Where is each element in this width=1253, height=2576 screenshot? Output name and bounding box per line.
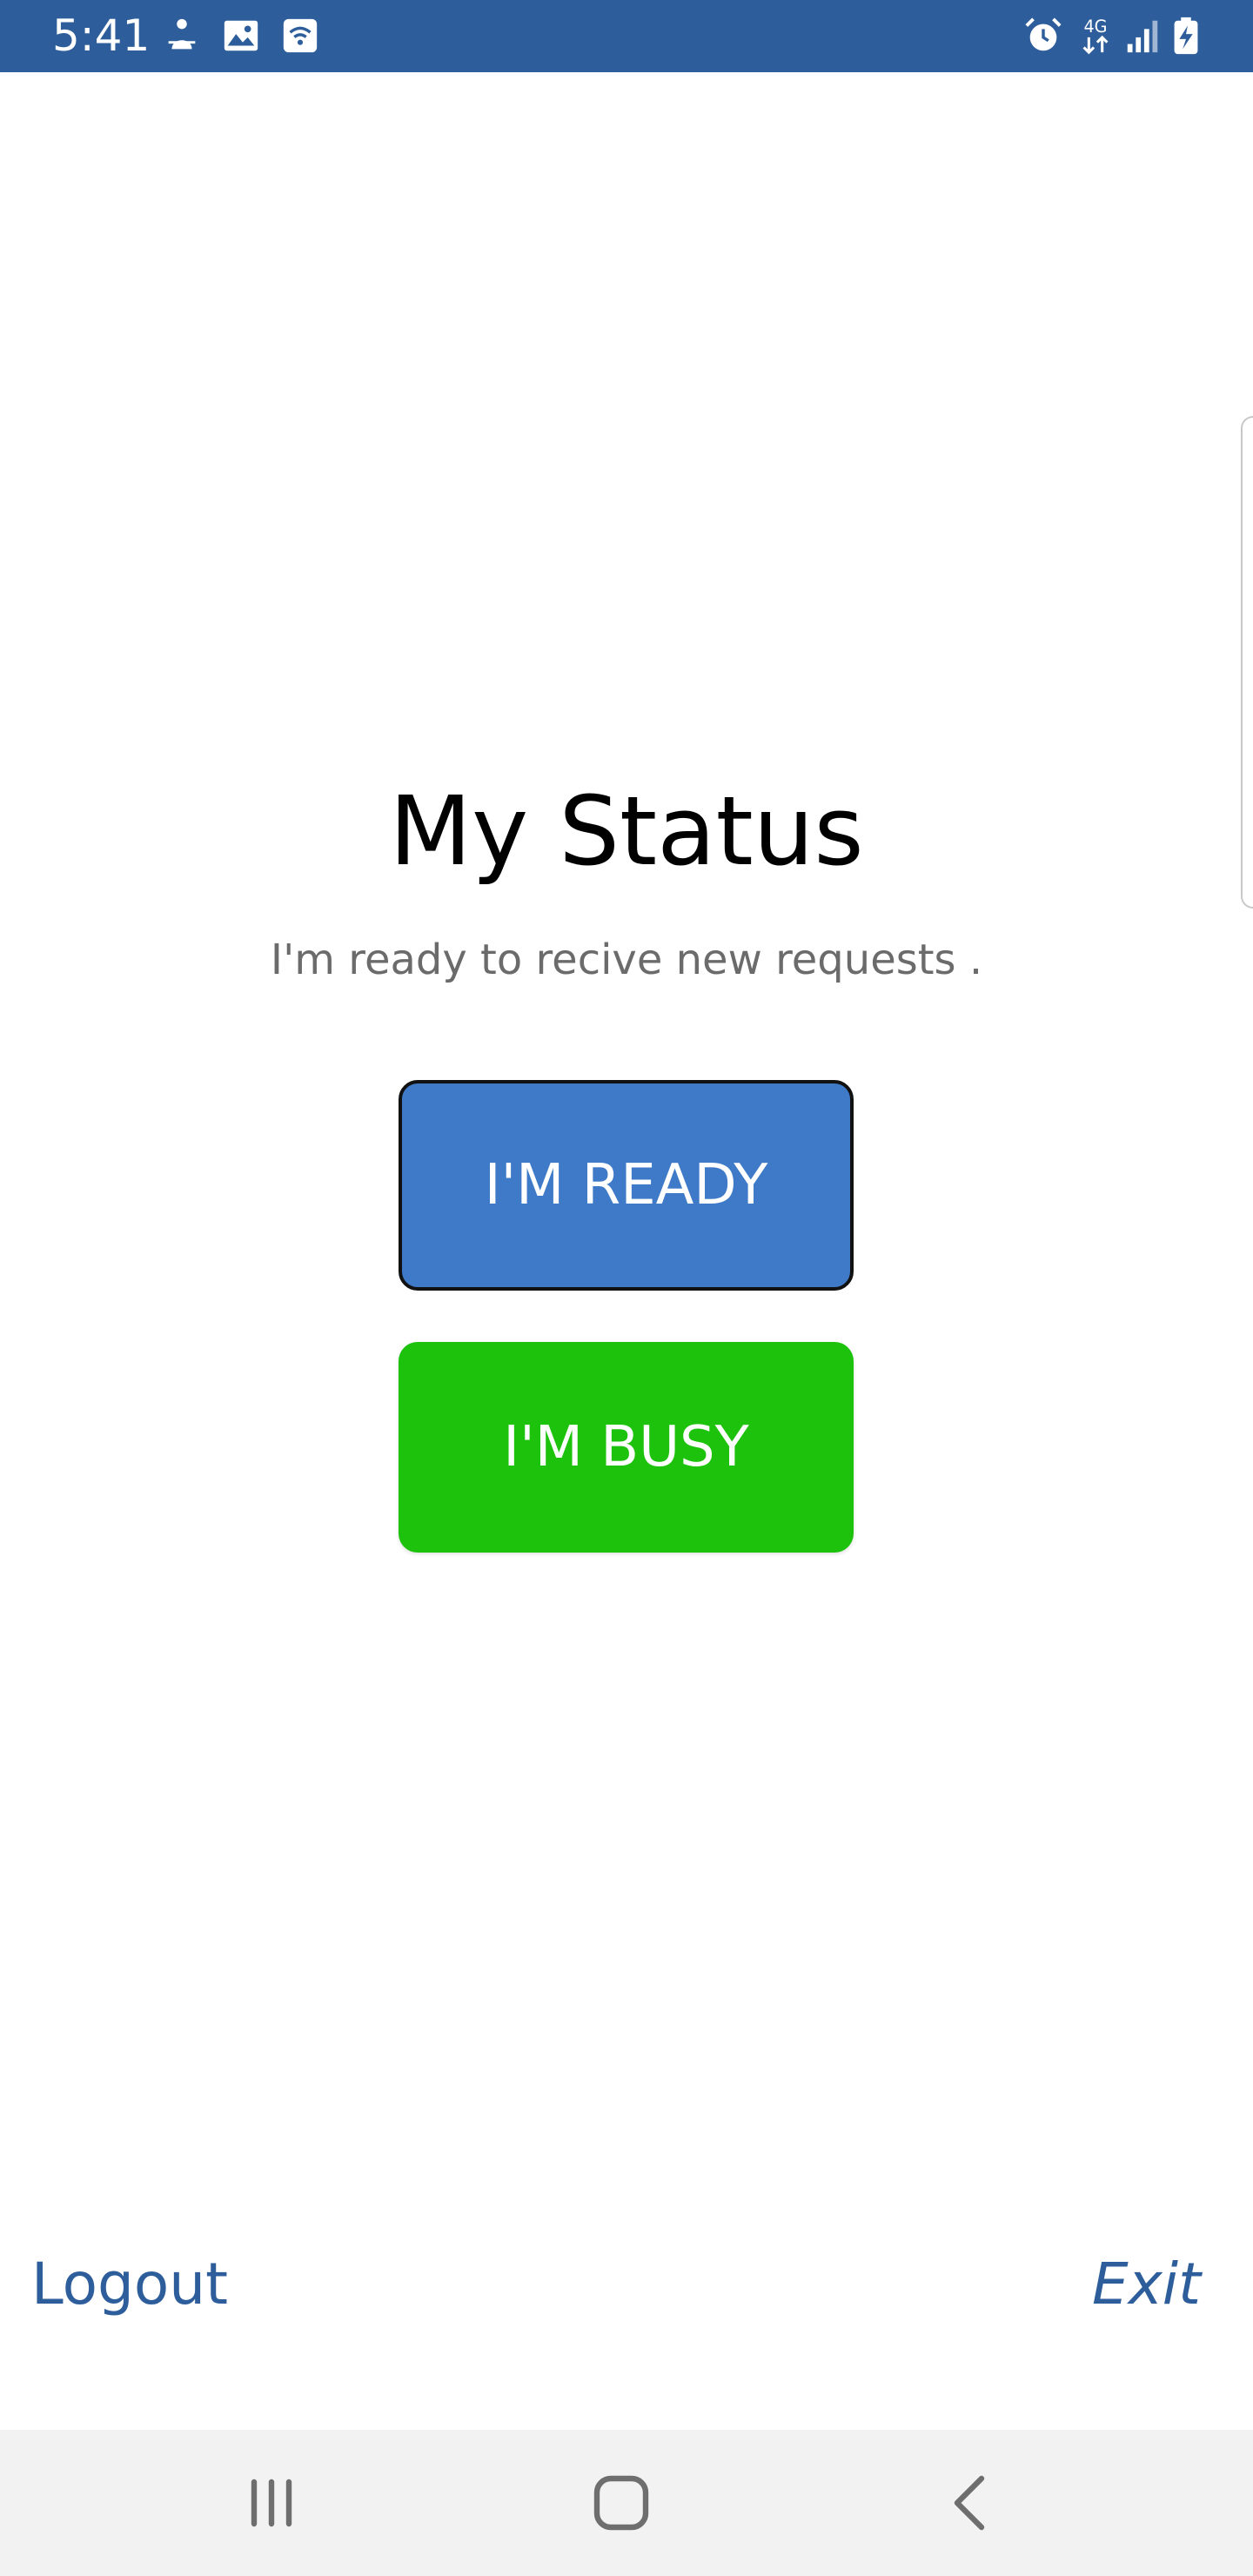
status-message: I'm ready to recive new requests . (270, 936, 983, 984)
back-icon[interactable] (936, 2468, 1006, 2538)
logout-link[interactable]: Logout (31, 2250, 228, 2319)
status-time: 5:41 (52, 10, 151, 61)
exit-link[interactable]: Exit (1092, 2250, 1201, 2319)
battery-charging-icon (1166, 16, 1206, 56)
alarm-icon (1023, 16, 1063, 56)
home-icon[interactable] (586, 2468, 656, 2538)
person-notification-icon (162, 16, 202, 56)
image-icon (221, 16, 261, 56)
network-4g-icon: 4G (1075, 16, 1116, 56)
page-title: My Status (389, 775, 864, 887)
app-screen: 5:41 4G My Status I'm ready to recive ne… (0, 0, 1253, 2576)
svg-text:4G: 4G (1083, 17, 1107, 37)
recent-apps-icon[interactable] (237, 2468, 306, 2538)
signal-icon (1122, 16, 1163, 56)
im-ready-button[interactable]: I'M READY (399, 1080, 854, 1291)
im-busy-button[interactable]: I'M BUSY (399, 1342, 854, 1553)
wifi-icon (280, 16, 320, 56)
status-bar: 5:41 4G (0, 0, 1253, 72)
navigation-bar (0, 2430, 1253, 2576)
